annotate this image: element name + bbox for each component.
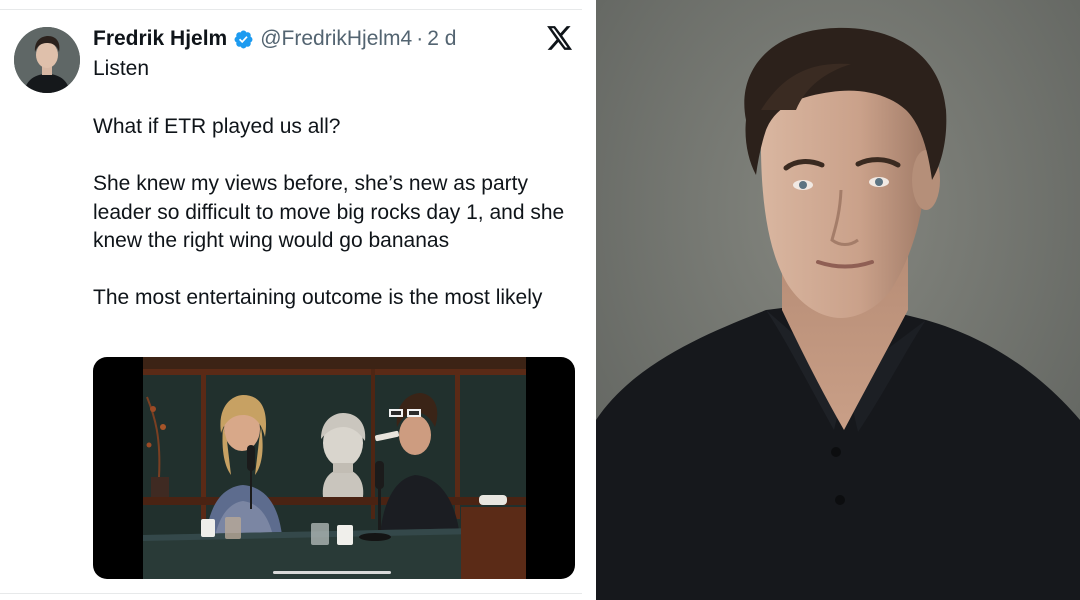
video-thumbnail [143, 357, 526, 579]
tweet-paragraph: She knew my views before, she’s new as p… [93, 172, 565, 252]
tweet-text: What if ETR played us all? She knew my v… [93, 113, 578, 341]
portrait-photo [596, 0, 1080, 600]
divider [0, 9, 582, 10]
tweet-paragraph: The most entertaining outcome is the mos… [93, 286, 543, 309]
x-logo-icon[interactable] [547, 26, 573, 50]
avatar[interactable] [14, 27, 80, 93]
tweet-paragraph: What if ETR played us all? [93, 115, 341, 138]
handle[interactable]: @FredrikHjelm4 [260, 25, 412, 53]
verified-badge-icon [234, 30, 253, 48]
video-player[interactable] [93, 357, 575, 579]
separator-dot: · [416, 27, 424, 50]
tweet-header: Fredrik Hjelm @FredrikHjelm4 · 2 d [93, 25, 456, 53]
display-name[interactable]: Fredrik Hjelm [93, 25, 227, 53]
timestamp[interactable]: 2 d [427, 25, 456, 53]
divider [0, 593, 582, 594]
video-progress-handle[interactable] [273, 571, 391, 574]
listen-label[interactable]: Listen [93, 55, 149, 83]
tweet-card[interactable]: Fredrik Hjelm @FredrikHjelm4 · 2 d Liste… [0, 0, 596, 600]
